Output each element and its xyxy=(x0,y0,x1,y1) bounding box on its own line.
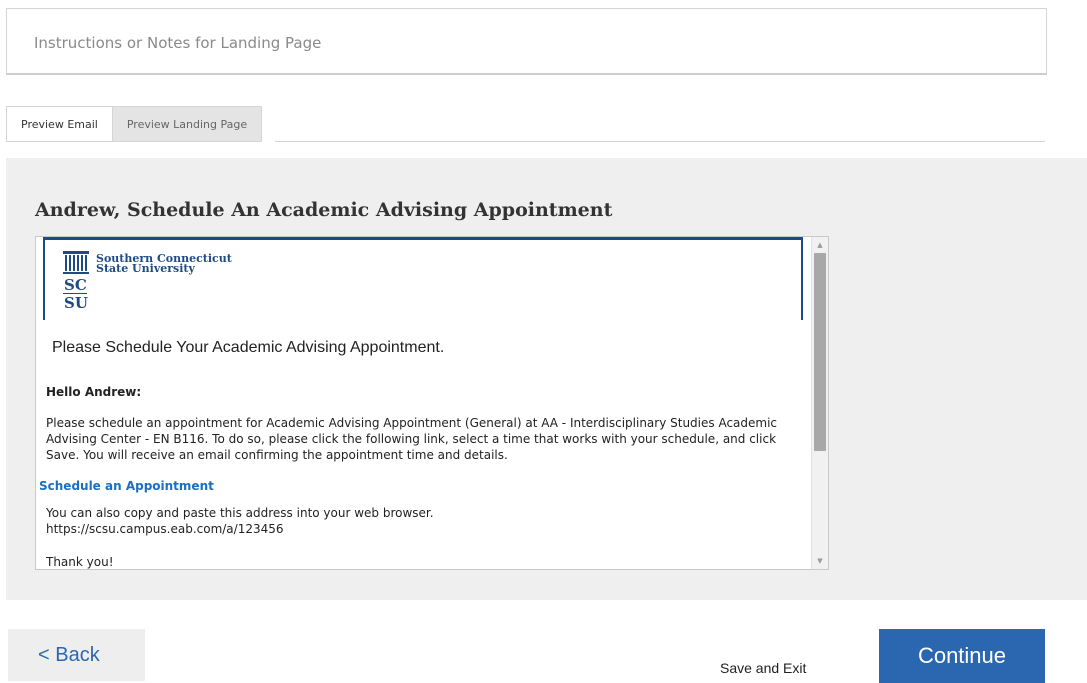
email-preview-frame[interactable]: SC SU Southern Connecticut State Univers… xyxy=(35,236,829,570)
logo-mark-top: SC xyxy=(64,276,87,294)
landing-page-notes-input[interactable]: Instructions or Notes for Landing Page xyxy=(6,8,1047,75)
copy-instructions-text: You can also copy and paste this address… xyxy=(46,506,434,520)
university-name: Southern Connecticut State University xyxy=(96,253,232,275)
preview-title: Andrew, Schedule An Academic Advising Ap… xyxy=(35,199,613,221)
save-and-exit-link[interactable]: Save and Exit xyxy=(720,660,806,676)
email-body-text: Please schedule an appointment for Acade… xyxy=(46,416,778,462)
preview-panel: Andrew, Schedule An Academic Advising Ap… xyxy=(6,158,1087,600)
scsu-logo-icon: SC SU xyxy=(63,251,89,312)
tab-preview-landing-page[interactable]: Preview Landing Page xyxy=(112,106,263,142)
email-heading: Please Schedule Your Academic Advising A… xyxy=(52,339,445,356)
email-copy-instructions: You can also copy and paste this address… xyxy=(46,505,434,537)
schedule-appointment-link[interactable]: Schedule an Appointment xyxy=(39,479,214,493)
university-logo-banner: SC SU Southern Connecticut State Univers… xyxy=(43,237,803,320)
notes-placeholder: Instructions or Notes for Landing Page xyxy=(34,34,322,52)
appointment-url: https://scsu.campus.eab.com/a/123456 xyxy=(46,522,284,536)
scroll-down-arrow-icon[interactable]: ▼ xyxy=(812,553,828,569)
scroll-thumb[interactable] xyxy=(814,253,826,451)
university-name-line2: State University xyxy=(96,262,195,275)
preview-tabs: Preview Email Preview Landing Page xyxy=(6,106,263,142)
email-greeting: Hello Andrew: xyxy=(46,385,142,399)
scroll-up-arrow-icon[interactable]: ▲ xyxy=(812,237,828,253)
continue-button[interactable]: Continue xyxy=(879,629,1045,683)
email-scrollbar[interactable]: ▲ ▼ xyxy=(811,237,828,569)
email-closing: Thank you! xyxy=(46,555,114,569)
back-button[interactable]: < Back xyxy=(8,629,145,681)
logo-mark-bottom: SU xyxy=(64,294,88,312)
email-content: SC SU Southern Connecticut State Univers… xyxy=(36,237,811,569)
tab-preview-email[interactable]: Preview Email xyxy=(6,106,113,142)
tabs-divider xyxy=(275,141,1045,142)
